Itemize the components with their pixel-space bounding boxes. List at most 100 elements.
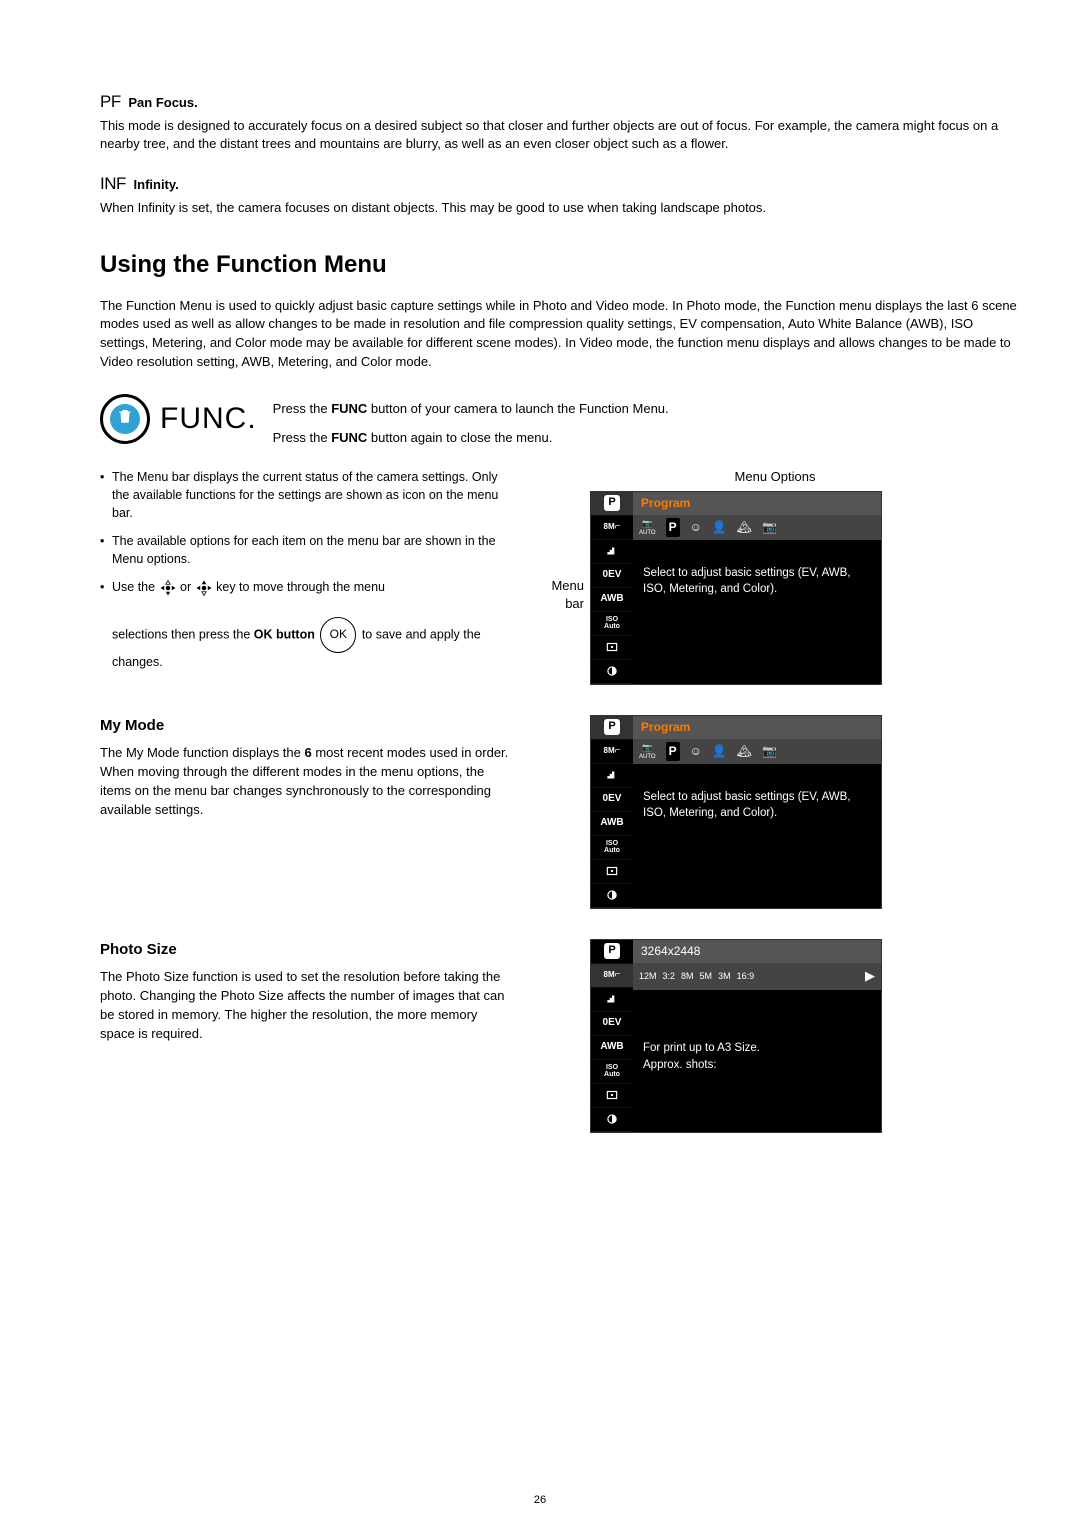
page-number: 26: [0, 1493, 1080, 1509]
camera-screen-2: P 8M⌐ 0EV AWB ISOAuto Program 📷AUTO P ☺: [590, 715, 882, 909]
s2-portrait-icon: 👤: [712, 743, 727, 760]
pf-prefix: PF: [100, 92, 121, 111]
camera-screen-3: P 8M⌐ 0EV AWB ISOAuto 3264x2448 12M 3:2 …: [590, 939, 882, 1133]
sidebar-quality: [591, 540, 633, 564]
bullet-3: Use the or key to move through the menu …: [100, 578, 510, 671]
mymode-a: The My Mode function displays the: [100, 745, 305, 760]
ps-opt-5: 16:9: [737, 970, 755, 983]
ps-opt-3: 5M: [700, 970, 713, 983]
sb2-awb: AWB: [591, 812, 633, 836]
pan-focus-section: PF Pan Focus. This mode is designed to a…: [100, 90, 1020, 154]
sb2-color: [591, 884, 633, 908]
photosize-options-row: 12M 3:2 8M 5M 3M 16:9 ▶: [633, 963, 881, 990]
sidebar-ev: 0EV: [591, 564, 633, 588]
mymode-heading: My Mode: [100, 715, 510, 737]
trash-icon: [116, 407, 134, 431]
sb3-metering: [591, 1084, 633, 1108]
ps-opt-4: 3M: [718, 970, 731, 983]
ps-opt-0: 12M: [639, 970, 657, 983]
s2-p-icon: P: [666, 742, 680, 761]
sb2-size: 8M⌐: [591, 740, 633, 764]
photosize-body: The Photo Size function is used to set t…: [100, 968, 510, 1043]
bullet-2: The available options for each item on t…: [100, 532, 510, 568]
infinity-section: INF Infinity. When Infinity is set, the …: [100, 172, 1020, 217]
func-line2b: FUNC: [331, 430, 367, 445]
screen3-hints: For print up to A3 Size. Approx. shots:: [633, 990, 881, 1083]
b3a: Use the: [112, 580, 159, 594]
b4b: OK button: [254, 627, 315, 641]
auto-mode-icon: 📷AUTO: [639, 520, 656, 536]
sb2-quality: [591, 764, 633, 788]
instruction-bullets: The Menu bar displays the current status…: [100, 468, 510, 671]
inf-body: When Infinity is set, the camera focuses…: [100, 199, 1020, 218]
func-button-illustration: [100, 394, 150, 444]
photosize-heading: Photo Size: [100, 939, 510, 961]
sidebar-metering: [591, 636, 633, 660]
section-heading: Using the Function Menu: [100, 248, 1020, 283]
ps-hint1: For print up to A3 Size.: [643, 1040, 871, 1057]
sidebar-size: 8M⌐: [591, 516, 633, 540]
screen2-modes-row: 📷AUTO P ☺ 👤 🏔 📷: [633, 739, 881, 764]
screen2-title: Program: [641, 719, 690, 736]
ps-opt-2: 8M: [681, 970, 694, 983]
func-label: FUNC.: [160, 397, 257, 441]
sb2-iso: ISOAuto: [591, 836, 633, 860]
b4a: selections then press the: [112, 627, 254, 641]
b3b: or: [180, 580, 195, 594]
smile-mode-icon: ☺: [690, 519, 702, 536]
portrait-mode-icon: 👤: [712, 519, 727, 536]
ok-button-icon: OK: [320, 617, 356, 653]
pf-body: This mode is designed to accurately focu…: [100, 117, 1020, 155]
s2-landscape-icon: 🏔: [737, 743, 752, 760]
screen3-title: 3264x2448: [641, 943, 700, 960]
fourway-left-icon: [159, 579, 177, 597]
screen-modes-row: 📷AUTO P ☺ 👤 🏔 📷: [633, 515, 881, 540]
fourway-right-icon: [195, 579, 213, 597]
sb3-size: 8M⌐: [591, 964, 633, 988]
intro-paragraph: The Function Menu is used to quickly adj…: [100, 297, 1020, 372]
menu-options-label: Menu Options: [530, 468, 1020, 487]
sb3-awb: AWB: [591, 1036, 633, 1060]
sb3-iso: ISOAuto: [591, 1060, 633, 1084]
s2-night-icon: 📷: [762, 743, 777, 760]
ps-hint2: Approx. shots:: [643, 1057, 871, 1074]
sidebar-program: P: [591, 492, 633, 516]
s2-smile-icon: ☺: [690, 743, 702, 760]
bullet-1: The Menu bar displays the current status…: [100, 468, 510, 522]
mymode-body: The My Mode function displays the 6 most…: [100, 744, 510, 819]
sb3-color: [591, 1108, 633, 1132]
sidebar-awb: AWB: [591, 588, 633, 612]
func-line1b: FUNC: [331, 401, 367, 416]
s2-auto-icon: 📷AUTO: [639, 744, 656, 760]
p-mode-icon: P: [666, 518, 680, 537]
screen-hint: Select to adjust basic settings (EV, AWB…: [633, 540, 881, 683]
sb2-ev: 0EV: [591, 788, 633, 812]
screen2-hint: Select to adjust basic settings (EV, AWB…: [633, 764, 881, 907]
b3c: key to move through the menu: [216, 580, 385, 594]
sb2-program: P: [591, 716, 633, 740]
menu-bar-label: Menu bar: [530, 491, 590, 685]
func-line2a: Press the: [273, 430, 332, 445]
sidebar-iso: ISOAuto: [591, 612, 633, 636]
ps-opt-1: 3:2: [663, 970, 676, 983]
func-line2c: button again to close the menu.: [367, 430, 552, 445]
sb3-ev: 0EV: [591, 1012, 633, 1036]
func-line1a: Press the: [273, 401, 332, 416]
func-line1c: button of your camera to launch the Func…: [367, 401, 668, 416]
sb3-quality: [591, 988, 633, 1012]
screen-title-bar: Program: [633, 492, 881, 515]
camera-screen-1: P 8M⌐ 0EV AWB ISOAuto Program: [590, 491, 882, 685]
func-instructions: Press the FUNC button of your camera to …: [273, 394, 669, 458]
scroll-right-icon: ▶: [865, 967, 875, 986]
inf-prefix: INF: [100, 174, 126, 193]
pf-title: Pan Focus.: [128, 95, 197, 110]
night-mode-icon: 📷: [762, 519, 777, 536]
screen-sidebar: P 8M⌐ 0EV AWB ISOAuto: [591, 492, 633, 684]
landscape-mode-icon: 🏔: [737, 519, 752, 536]
mymode-b: 6: [305, 745, 312, 760]
inf-title: Infinity.: [134, 177, 179, 192]
screen-title-text: Program: [641, 495, 690, 512]
sb2-metering: [591, 860, 633, 884]
sb3-program: P: [591, 940, 633, 964]
sidebar-color: [591, 660, 633, 684]
